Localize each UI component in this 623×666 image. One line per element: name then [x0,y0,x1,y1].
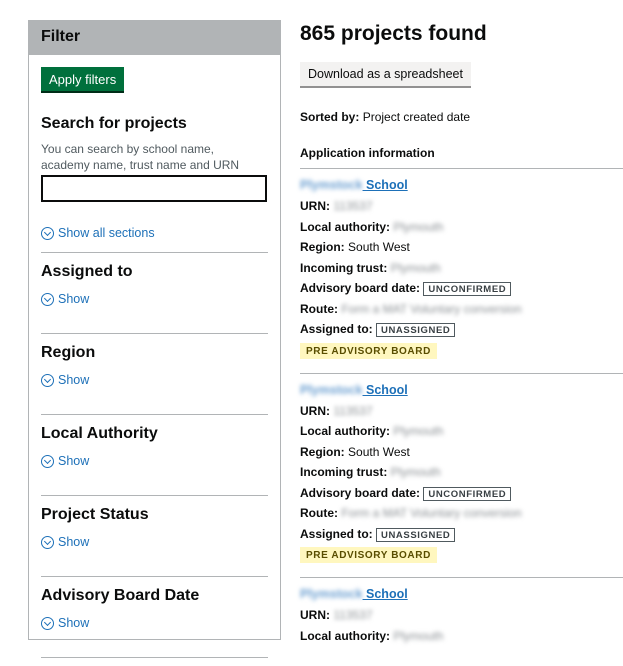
region-value: South West [348,240,410,254]
project-title-link[interactable]: Plymstock School [300,177,623,193]
section-title: Local Authority [41,425,158,442]
advisory-board-date-tag: UNCONFIRMED [423,486,512,501]
region-row: Region: South West [300,444,410,459]
local-authority-row: Local authority: Plymouth [300,217,623,238]
assigned-to-tag: UNASSIGNED [376,323,456,337]
show-label: Show [58,454,90,468]
assigned-to-tag: UNASSIGNED [376,527,456,542]
search-input[interactable] [41,175,267,202]
sorted-value: Project created date [362,110,471,124]
filter-section-advisory-board-date: Advisory Board Date Show [41,576,268,645]
section-title: Assigned to [41,263,133,280]
local-authority-value: Plymouth [393,424,444,438]
project-card: Plymstock School URN: 113537 Local autho… [300,374,623,578]
local-authority-value: Plymouth [393,219,444,234]
status-badge: PRE ADVISORY BOARD [300,547,437,563]
project-name-redacted: Plymstock [300,382,363,397]
show-label: Show [58,373,90,387]
show-toggle-assigned-to[interactable]: Show [41,291,268,307]
chevron-circle-down-icon [41,292,54,306]
chevron-circle-down-icon [41,616,54,630]
show-label: Show [58,616,90,630]
project-name-suffix: School [366,382,408,397]
urn-row: URN: 113537 [300,196,623,217]
incoming-trust-value: Plymouth [390,465,441,479]
section-title: Advisory Board Date [41,587,200,604]
assigned-to-row: Assigned to: UNASSIGNED [300,319,623,340]
urn-value: 113537 [333,403,373,418]
local-authority-value: Plymouth [393,628,444,643]
apply-filters-button[interactable]: Apply filters [41,67,125,91]
local-authority-row: Local authority: Plymouth [300,626,623,647]
urn-row: URN: 113537 [300,401,623,422]
region-value: South West [348,444,410,459]
project-card: Plymstock School URN: 113537 Local autho… [300,578,623,660]
incoming-trust-value: Plymouth [390,260,441,275]
filter-header: Filter [29,21,280,55]
route-row: Route: Form a MAT Voluntary conversion [300,503,623,524]
results-panel: 865 projects found Download as a spreads… [300,20,623,660]
application-information-heading: Application information [300,146,623,169]
urn-value: 113537 [333,199,373,213]
chevron-circle-down-icon [41,226,54,240]
show-toggle-region[interactable]: Show [41,372,268,388]
filter-panel: Filter Apply filters Search for projects… [28,20,281,658]
search-title: Search for projects [41,115,187,132]
incoming-trust-row: Incoming trust: Plymouth [300,258,623,279]
filter-section-project-status: Project Status Show [41,495,268,564]
show-label: Show [58,535,90,549]
project-title-link[interactable]: Plymstock School [300,382,623,398]
project-card: Plymstock School URN: 113537 Local autho… [300,169,623,374]
chevron-circle-down-icon [41,454,54,468]
route-value: Form a MAT Voluntary conversion [341,301,522,316]
show-toggle-project-status[interactable]: Show [41,534,268,550]
sorted-label: Sorted by: [300,110,360,124]
advisory-board-date-tag: UNCONFIRMED [423,282,512,296]
chevron-circle-down-icon [41,373,54,387]
status-badge: PRE ADVISORY BOARD [300,342,437,359]
show-all-sections-link[interactable]: Show all sections [41,226,268,240]
filter-section-assigned-to: Assigned to Show [41,252,268,321]
filter-section-region: Region Show [41,333,268,402]
advisory-board-date-row: Advisory board date: UNCONFIRMED [300,483,623,504]
project-name-redacted: Plymstock [300,587,363,601]
route-value: Form a MAT Voluntary conversion [341,506,522,520]
project-name-suffix: School [366,587,408,601]
filter-section-local-authority: Local Authority Show [41,414,268,483]
region-row: Region: South West [300,240,410,254]
urn-row: URN: 113537 [300,605,623,626]
show-all-sections-label: Show all sections [58,226,155,240]
search-hint: You can search by school name, academy n… [41,142,240,172]
show-label: Show [58,292,90,306]
local-authority-row: Local authority: Plymouth [300,421,623,442]
project-title-link[interactable]: Plymstock School [300,586,623,602]
results-count-title: 865 projects found [300,22,487,45]
assigned-to-row: Assigned to: UNASSIGNED [300,524,623,545]
section-title: Region [41,344,96,361]
route-row: Route: Form a MAT Voluntary conversion [300,299,623,320]
section-title: Project Status [41,506,149,523]
project-name-redacted: Plymstock [300,178,363,192]
show-toggle-advisory-board-date[interactable]: Show [41,615,268,631]
show-toggle-local-authority[interactable]: Show [41,453,268,469]
incoming-trust-row: Incoming trust: Plymouth [300,462,623,483]
filter-bottom-divider [41,657,268,658]
advisory-board-date-row: Advisory board date: UNCONFIRMED [300,278,623,299]
project-name-suffix: School [366,178,408,192]
chevron-circle-down-icon [41,535,54,549]
sort-info: Sorted by: Project created date [300,110,623,124]
urn-value: 113537 [333,608,373,622]
download-spreadsheet-button[interactable]: Download as a spreadsheet [300,62,471,86]
